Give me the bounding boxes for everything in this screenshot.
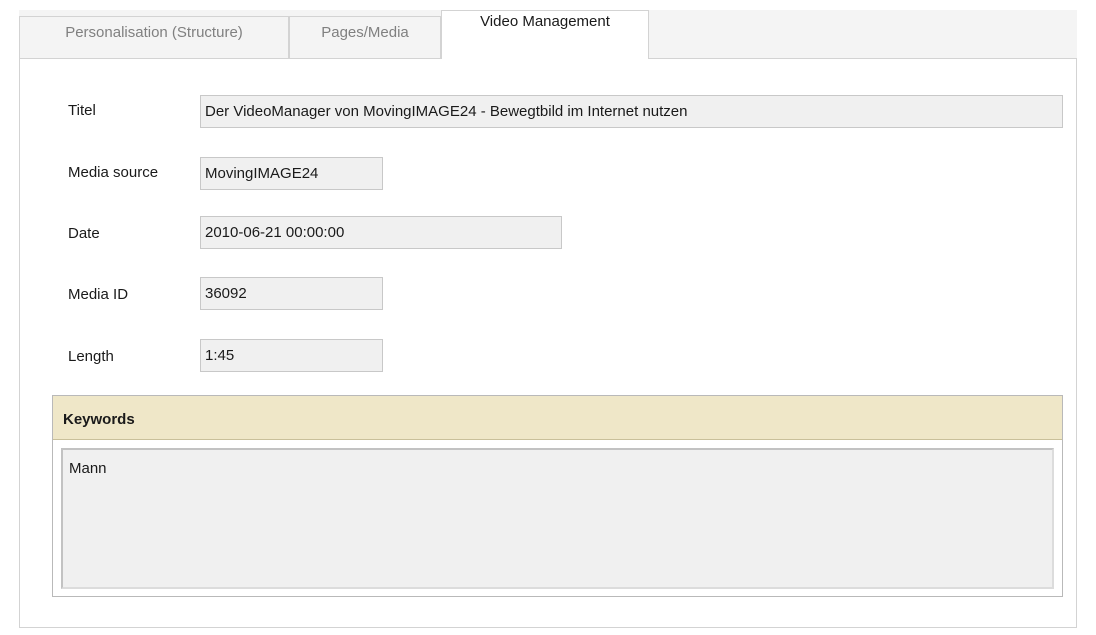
date-label: Date [68, 225, 100, 242]
keywords-legend: Keywords [53, 396, 1062, 440]
keywords-fieldset: Keywords Mann [52, 395, 1063, 597]
tab-label: Pages/Media [321, 24, 409, 41]
media-id-field[interactable] [200, 277, 383, 310]
date-field[interactable] [200, 216, 562, 249]
video-management-window: Personalisation (Structure) Pages/Media … [0, 0, 1096, 635]
length-field[interactable] [200, 339, 383, 372]
tab-personalisation-structure[interactable]: Personalisation (Structure) [19, 16, 289, 58]
title-field[interactable] [200, 95, 1063, 128]
media-id-label: Media ID [68, 286, 129, 303]
keywords-textarea[interactable]: Mann [61, 448, 1054, 589]
tab-pages-media[interactable]: Pages/Media [289, 16, 441, 58]
tab-label: Personalisation (Structure) [65, 24, 243, 41]
media-source-label: Media source [68, 164, 159, 181]
tab-label: Video Management [480, 13, 610, 30]
length-label: Length [68, 348, 114, 365]
media-source-field[interactable] [200, 157, 383, 190]
tab-video-management[interactable]: Video Management [441, 10, 649, 59]
title-label: Titel [68, 102, 96, 119]
